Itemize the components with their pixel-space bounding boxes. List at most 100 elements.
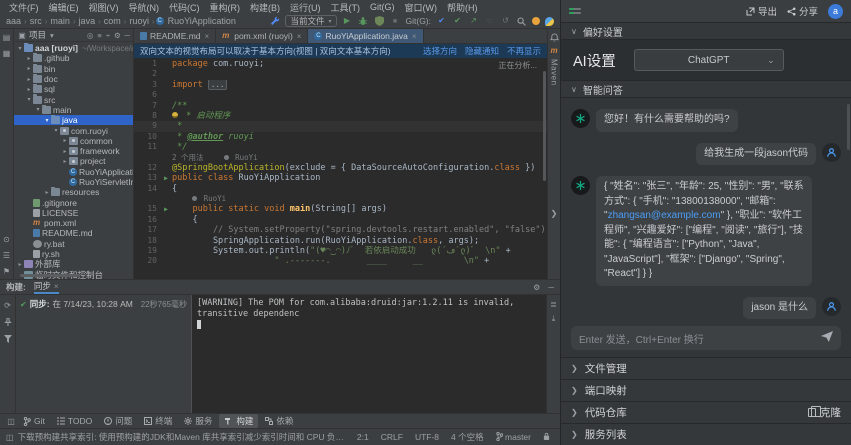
code-line[interactable]: 9 * [134, 121, 547, 131]
code-line[interactable]: 16 { [134, 215, 547, 225]
banner-action-direction[interactable]: 选择方向 [423, 45, 457, 57]
tree-item[interactable]: ▸common [14, 136, 133, 146]
code-line[interactable]: 13▶public class RuoYiApplication [134, 173, 547, 183]
tree-toggle-icon[interactable]: ▾ [25, 96, 33, 103]
tree-item[interactable]: ▾src [14, 94, 133, 104]
maven-stripe-label[interactable]: Maven [550, 59, 559, 86]
code-line[interactable]: 8 * 启动程序 [134, 111, 547, 121]
tree-item[interactable]: ▾com.ruoyi [14, 125, 133, 135]
collapse-all-icon[interactable]: ÷ [106, 31, 110, 40]
breadcrumb-item[interactable]: main [48, 16, 72, 26]
structure-stripe-icon[interactable]: ☰ [2, 250, 12, 260]
tree-toggle-icon[interactable]: ▸ [25, 76, 33, 83]
setup-sdk-icon[interactable] [269, 16, 280, 27]
chat-scrollbar[interactable] [847, 104, 850, 150]
chat-history[interactable]: 您好！有什么需要帮助的吗?给我生成一段jason代码{ "姓名": "张三", … [561, 98, 851, 319]
menu-item[interactable]: 重构(R) [205, 1, 246, 14]
ai-section-端口映射[interactable]: ❯端口映射 [561, 379, 851, 401]
chat-bubble[interactable]: 给我生成一段jason代码 [696, 143, 816, 166]
preferences-section-header[interactable]: ∨ 偏好设置 [561, 22, 851, 40]
banner-action-dismiss[interactable]: 不再显示 [507, 45, 541, 57]
tree-item[interactable]: ▸doc [14, 74, 133, 84]
banner-action-hide[interactable]: 隐藏通知 [465, 45, 499, 57]
git-history-button[interactable]: ◌ [484, 16, 495, 27]
tree-item[interactable]: ▸外部库 [14, 259, 133, 269]
code-line[interactable]: 3import ... [134, 80, 547, 90]
code-line[interactable]: 19 System.out.println("(♥◠‿◠)ﾉﾞ 若依启动成功 ლ… [134, 246, 547, 256]
notifications-bell-icon[interactable] [549, 32, 559, 42]
menu-item[interactable]: Git(G) [365, 2, 400, 12]
code-line[interactable]: 1package com.ruoyi; [134, 59, 547, 69]
code-line[interactable]: 6 [134, 90, 547, 100]
indent-setting[interactable]: 4 个空格 [447, 431, 488, 443]
tree-item[interactable]: ▾aaa [ruoyi]~/Workspace/aaa [14, 43, 133, 53]
menu-item[interactable]: 文件(F) [4, 1, 44, 14]
code-line[interactable]: 10 * @author ruoyi [134, 132, 547, 142]
editor-tab[interactable]: CRuoYiApplication.java× [308, 29, 423, 43]
file-encoding[interactable]: UTF-8 [411, 432, 443, 442]
project-panel-title[interactable]: 项目 [29, 29, 46, 41]
chat-bubble[interactable]: { "姓名": "张三", "年龄": 25, "性别": "男", "联系方式… [596, 176, 812, 286]
tree-item[interactable]: ▸.github [14, 53, 133, 63]
close-icon[interactable]: × [205, 32, 210, 41]
menu-item[interactable]: 导航(N) [124, 1, 165, 14]
code-line[interactable]: 18 SpringApplication.run(RuoYiApplicatio… [134, 236, 547, 246]
tool-window-button-deps[interactable]: 依赖 [260, 414, 298, 428]
tree-item[interactable]: README.md [14, 228, 133, 238]
tool-window-button-services[interactable]: 服务 [179, 414, 217, 428]
tree-toggle-icon[interactable]: ▾ [34, 106, 42, 113]
ai-section-服务列表[interactable]: ❯服务列表 [561, 423, 851, 445]
menu-item[interactable]: 构建(B) [245, 1, 285, 14]
menu-item[interactable]: 帮助(H) [442, 1, 483, 14]
breadcrumb-item[interactable]: com [102, 16, 123, 26]
close-icon[interactable]: × [412, 32, 417, 41]
tree-toggle-icon[interactable]: ▸ [43, 189, 51, 196]
run-config-select[interactable]: 当前文件 ▾ [285, 15, 336, 27]
code-line[interactable]: 17 // System.setProperty("spring.devtool… [134, 225, 547, 235]
tree-item[interactable]: ▸bin [14, 64, 133, 74]
tree-toggle-icon[interactable]: ▸ [25, 65, 33, 72]
close-icon[interactable]: × [54, 282, 59, 291]
tree-toggle-icon[interactable]: ▸ [61, 158, 69, 165]
locate-file-icon[interactable]: ◎ [87, 31, 94, 40]
menu-item[interactable]: 工具(T) [326, 1, 366, 14]
tree-toggle-icon[interactable]: ▸ [61, 148, 69, 155]
export-button[interactable]: 导出 [746, 4, 777, 18]
git-commit-button[interactable]: ✔ [452, 16, 463, 27]
tree-item[interactable]: ry.sh [14, 249, 133, 259]
tree-toggle-icon[interactable]: ▸ [16, 261, 24, 268]
build-tab-sync[interactable]: 同步 × [34, 280, 59, 294]
tree-item[interactable]: .gitignore [14, 197, 133, 207]
git-rollback-button[interactable]: ↺ [500, 16, 511, 27]
tool-window-button-todo[interactable]: TODO [52, 415, 97, 427]
soft-wrap-icon[interactable]: ≣ [549, 299, 559, 309]
close-icon[interactable]: × [297, 32, 302, 41]
tree-item[interactable]: ▾main [14, 105, 133, 115]
ai-section-代码仓库[interactable]: ❯代码仓库克隆 [561, 401, 851, 423]
gear-icon[interactable]: ⚙ [114, 31, 121, 40]
pin-icon[interactable] [3, 317, 13, 327]
code-line[interactable]: 11 */ [134, 142, 547, 152]
menu-item[interactable]: 窗口(W) [400, 1, 443, 14]
debug-button[interactable] [358, 16, 369, 27]
editor-scrollbar[interactable] [543, 71, 546, 181]
tree-toggle-icon[interactable]: ▸ [25, 55, 33, 62]
tree-item[interactable]: ▸framework [14, 146, 133, 156]
tree-toggle-icon[interactable]: ▸ [25, 86, 33, 93]
breadcrumb-item[interactable]: RuoYiApplication [166, 16, 238, 26]
tree-item[interactable]: LICENSE [14, 208, 133, 218]
code-line[interactable]: 2 [134, 69, 547, 79]
tree-toggle-icon[interactable]: ▾ [16, 45, 24, 52]
git-stripe-icon[interactable]: ⊙ [2, 234, 12, 244]
maven-stripe-icon[interactable]: m [550, 46, 557, 55]
editor-tab[interactable]: mpom.xml (ruoyi)× [216, 29, 308, 43]
tree-horizontal-scrollbar[interactable] [20, 274, 80, 277]
code-line[interactable]: 15▶ public static void main(String[] arg… [134, 204, 547, 214]
email-link[interactable]: zhangsan@example.com [608, 210, 721, 221]
build-console[interactable]: [WARNING] The POM for com.alibaba:druid:… [192, 295, 546, 413]
tool-window-switcher-icon[interactable]: ◫ [6, 416, 16, 426]
chat-input[interactable]: Enter 发送，Ctrl+Enter 换行 [571, 326, 841, 350]
code-line[interactable]: 12@SpringBootApplication(exclude = { Dat… [134, 163, 547, 173]
code-view[interactable]: 1package com.ruoyi;23import ...67/**8 * … [134, 58, 547, 279]
caret-position[interactable]: 2:1 [353, 432, 373, 442]
